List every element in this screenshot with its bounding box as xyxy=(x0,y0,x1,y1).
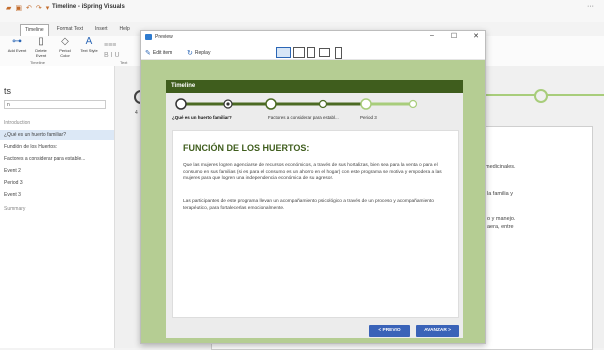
next-button[interactable]: AVANZAR > xyxy=(416,325,459,337)
card-title: FUNCIÓN DE LOS HUERTOS: xyxy=(183,143,310,153)
sidebar-item-event-3[interactable]: Event 3 xyxy=(0,190,114,200)
close-button[interactable]: ✕ xyxy=(471,32,481,40)
tablet-portrait-view-icon[interactable] xyxy=(307,47,315,58)
timeline-node[interactable] xyxy=(265,98,277,110)
timeline-node[interactable] xyxy=(318,99,328,109)
sidebar-item-summary[interactable]: Summary xyxy=(0,204,114,214)
text-style-label: Text Style xyxy=(80,48,98,53)
tab-help[interactable]: Help xyxy=(116,24,134,36)
phone-landscape-view-icon[interactable] xyxy=(319,48,330,57)
redo-icon[interactable]: ↷ xyxy=(36,4,42,12)
sidebar-item-factores[interactable]: Factores a considerar para estable... xyxy=(0,154,114,164)
prev-button[interactable]: < PREVIO xyxy=(369,325,410,337)
background-text: aera, entre xyxy=(487,224,514,230)
format-buttons[interactable]: B I U xyxy=(104,52,120,59)
app-title: Timeline - iSpring Visuals xyxy=(52,4,125,10)
add-event-label: Add Event xyxy=(7,48,27,53)
slide-header: Timeline xyxy=(166,80,463,93)
phone-portrait-view-icon[interactable] xyxy=(335,47,342,59)
preview-title: Preview xyxy=(155,34,173,40)
delete-event-button[interactable]: ▯ Delete Event xyxy=(30,36,52,60)
search-input[interactable]: n xyxy=(4,100,106,109)
edit-item-button[interactable]: ✎ Edit item xyxy=(145,49,172,57)
preview-toolbar: ✎ Edit item ↻ Replay xyxy=(141,45,485,60)
outline-sidebar: ts n Introduction ¿Qué es un huerto fami… xyxy=(0,66,115,348)
ribbon-tabs: Timeline Format Text Insert Help xyxy=(0,24,134,36)
quick-access-toolbar: ▰ ▣ ↶ ↷ ▾ xyxy=(6,4,49,12)
sidebar-item-que-es[interactable]: ¿Qué es un huerto familiar? xyxy=(0,130,114,140)
more-button[interactable]: ··· xyxy=(587,3,594,10)
replay-icon: ↻ xyxy=(187,50,193,57)
timeline-node-label: 4 xyxy=(135,110,138,116)
background-text: o y manejo. xyxy=(487,216,516,222)
sidebar-title: ts xyxy=(4,86,12,96)
text-style-button[interactable]: A Text Style xyxy=(78,36,100,60)
tab-format-text[interactable]: Format Text xyxy=(53,24,87,36)
background-text: medicinales. xyxy=(485,164,516,170)
preview-stage: Timeline ¿Qué es un huerto familiar? Fac… xyxy=(141,60,485,343)
timeline-label[interactable]: ¿Qué es un huerto familiar? xyxy=(172,115,232,120)
group-text-label: Text xyxy=(120,60,128,65)
content-card: FUNCIÓN DE LOS HUERTOS: Que las mujeres … xyxy=(172,130,459,318)
maximize-button[interactable]: ☐ xyxy=(449,32,459,40)
timeline-slide: Timeline ¿Qué es un huerto familiar? Fac… xyxy=(166,80,463,338)
tab-timeline[interactable]: Timeline xyxy=(20,24,49,36)
save-icon[interactable]: ▣ xyxy=(15,4,22,12)
replay-label: Replay xyxy=(194,50,211,56)
background-text: la familia y xyxy=(487,191,513,197)
delete-event-label: Delete Event xyxy=(35,48,47,58)
timeline-label[interactable]: Period 3 xyxy=(360,115,377,120)
timeline-node[interactable] xyxy=(175,98,187,110)
tablet-landscape-view-icon[interactable] xyxy=(293,47,305,58)
period-color-label: Period Color xyxy=(59,48,71,58)
undo-icon[interactable]: ↶ xyxy=(26,4,32,12)
sidebar-item-period-3[interactable]: Period 3 xyxy=(0,178,114,188)
group-timeline-label: Timeline xyxy=(30,60,45,65)
preview-app-icon xyxy=(145,34,152,40)
sidebar-item-event-2[interactable]: Event 2 xyxy=(0,166,114,176)
desktop-view-icon[interactable] xyxy=(276,47,291,58)
edit-icon: ✎ xyxy=(145,50,151,57)
preview-title-bar: Preview – ☐ ✕ xyxy=(141,31,485,43)
period-color-button[interactable]: ◇ Period Color xyxy=(54,36,76,60)
preview-window: Preview – ☐ ✕ ✎ Edit item ↻ Replay Timel… xyxy=(140,30,486,344)
align-icon[interactable]: ≡≡≡ xyxy=(104,42,116,49)
replay-button[interactable]: ↻ Replay xyxy=(187,49,210,57)
add-event-button[interactable]: ⊶ Add Event xyxy=(6,36,28,60)
tab-insert[interactable]: Insert xyxy=(91,24,112,36)
edit-item-label: Edit item xyxy=(152,50,173,56)
timeline-node[interactable] xyxy=(408,99,418,109)
title-bar: ▰ ▣ ↶ ↷ ▾ Timeline - iSpring Visuals ··· xyxy=(0,0,604,22)
text-style-icon: A xyxy=(85,36,93,47)
add-event-icon: ⊶ xyxy=(12,36,22,47)
timeline-label[interactable]: Factores a considerar para establ... xyxy=(268,115,339,120)
timeline-node[interactable] xyxy=(534,89,548,103)
timeline-node-dot xyxy=(226,102,230,106)
timeline-node[interactable] xyxy=(360,98,372,110)
card-paragraph: Que las mujeres logren agenciarse de rec… xyxy=(183,163,442,181)
card-paragraph: Las participantes de este programa lleva… xyxy=(183,199,434,211)
minimize-button[interactable]: – xyxy=(427,32,437,39)
sidebar-item-introduction[interactable]: Introduction xyxy=(0,118,114,128)
dropdown-icon[interactable]: ▾ xyxy=(46,4,50,12)
sidebar-item-fundion[interactable]: Fundión de los Huertos: xyxy=(0,142,114,152)
paint-bucket-icon: ◇ xyxy=(61,36,69,47)
trash-icon: ▯ xyxy=(38,36,44,47)
folder-icon[interactable]: ▰ xyxy=(6,4,11,12)
